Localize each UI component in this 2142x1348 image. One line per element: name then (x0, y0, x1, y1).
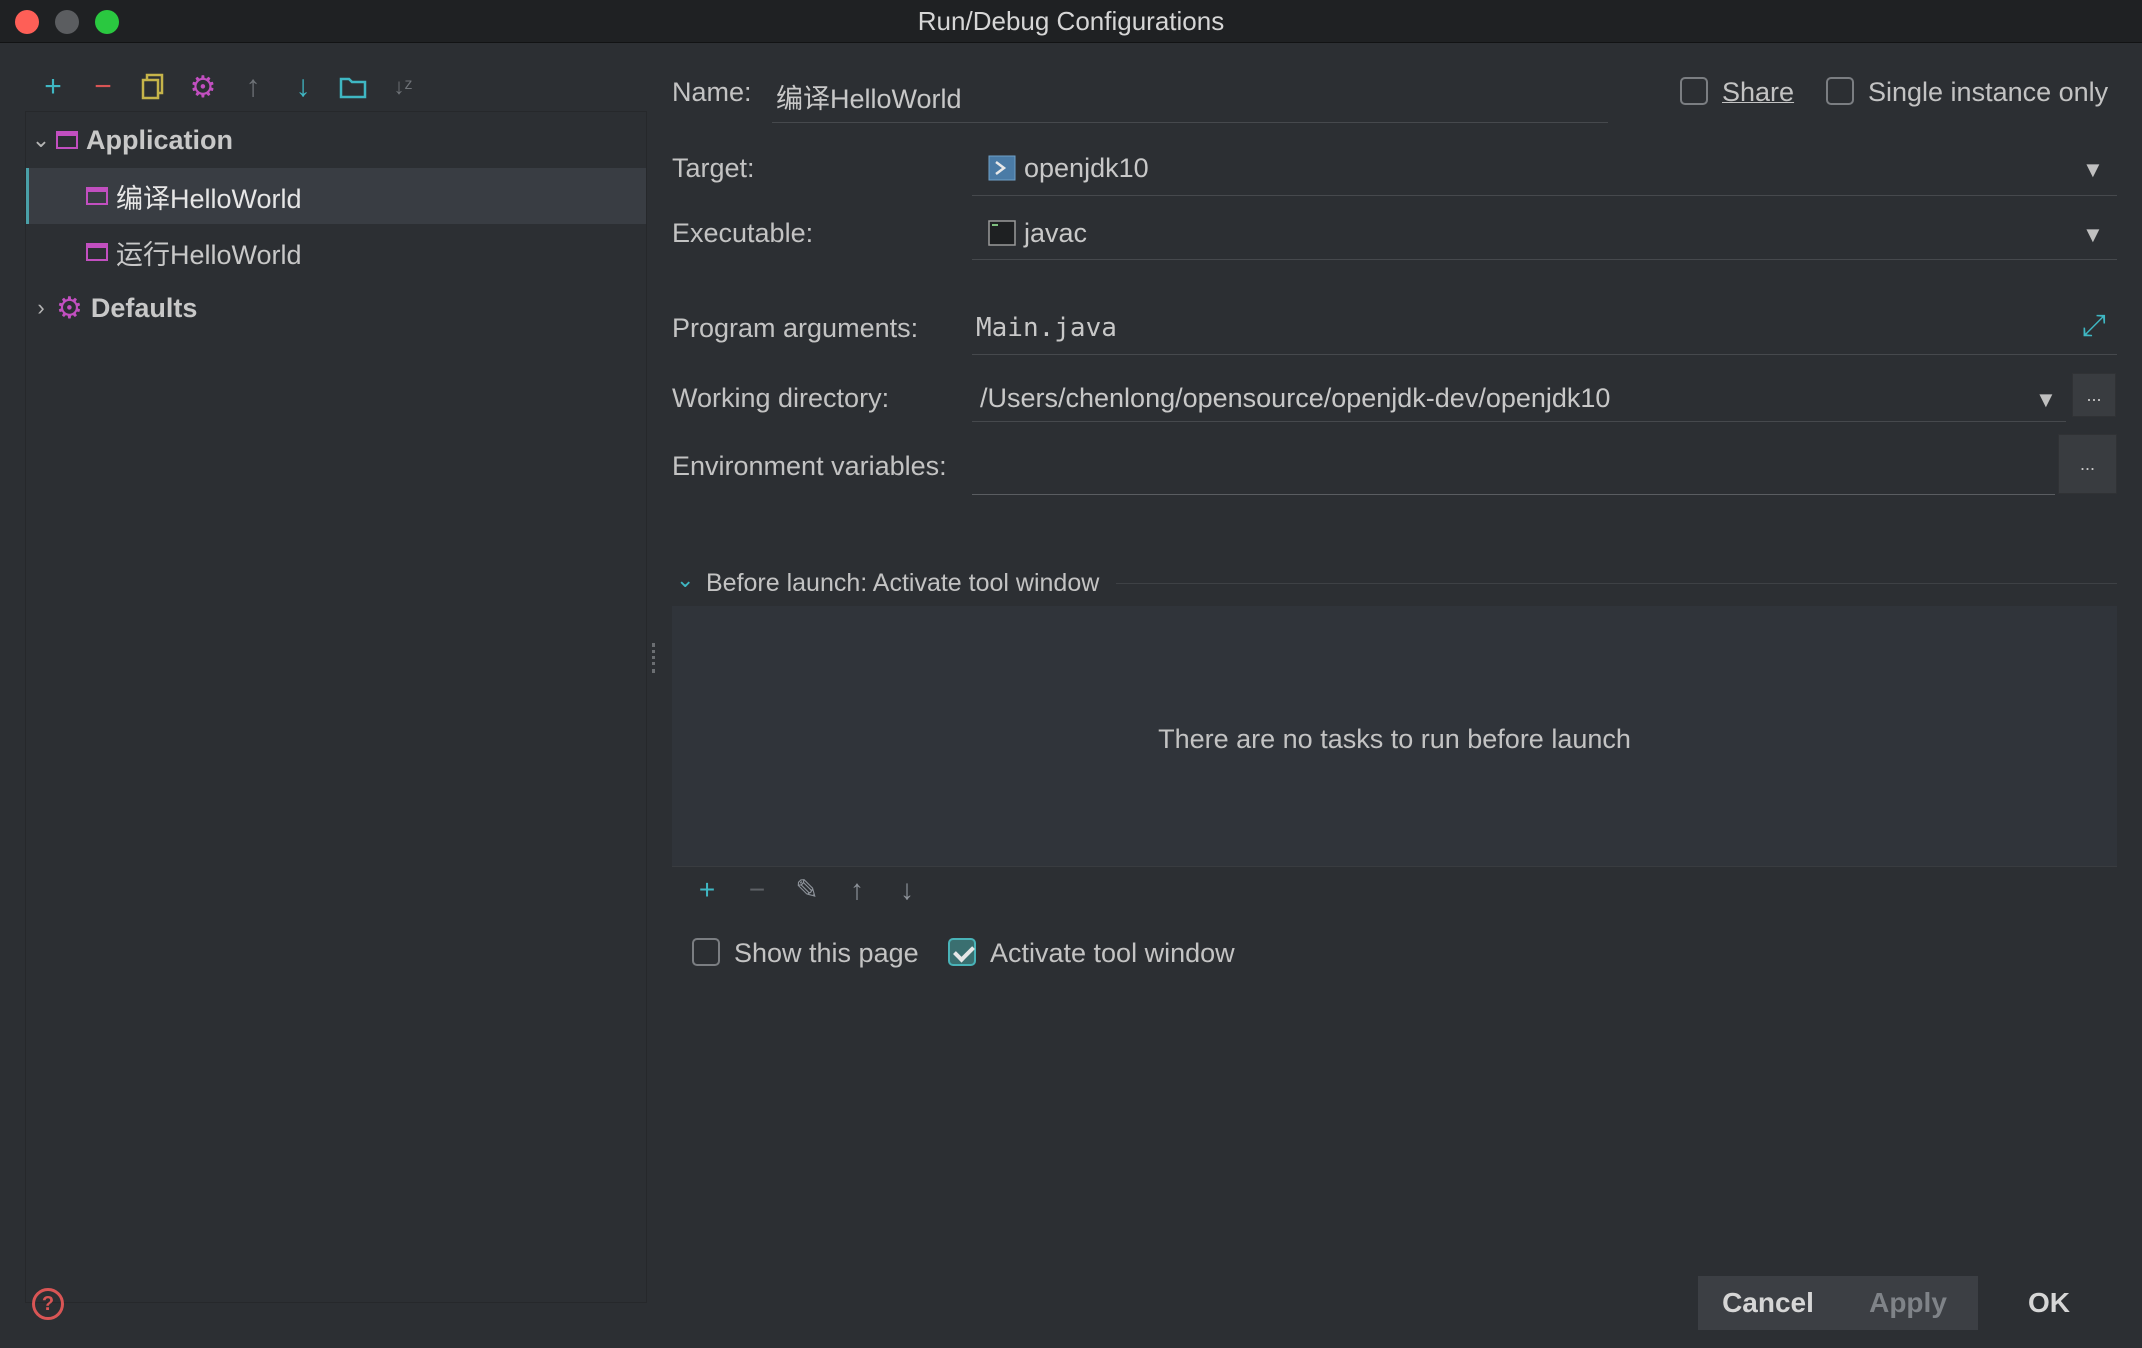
terminal-icon (988, 155, 1016, 181)
minimize-window-button[interactable] (55, 10, 79, 34)
executable-select[interactable]: javac (1024, 218, 1087, 249)
apply-button[interactable]: Apply (1838, 1276, 1978, 1330)
working-dir-underline (972, 421, 2066, 422)
run-config-icon (86, 187, 108, 205)
executable-underline (972, 259, 2117, 260)
env-browse-button[interactable]: ... (2058, 434, 2117, 494)
tree-item-label: 编译HelloWorld (116, 183, 302, 214)
share-checkbox[interactable] (1680, 77, 1708, 105)
single-instance-label: Single instance only (1868, 77, 2109, 107)
working-dir-browse-button[interactable]: ... (2072, 373, 2116, 417)
remove-task-icon[interactable]: − (732, 870, 782, 910)
folder-icon[interactable] (328, 67, 378, 107)
config-toolbar: + − ⚙ ↑ ↓ ↓ᶻ (28, 67, 428, 107)
section-divider (1116, 583, 2117, 584)
before-launch-header[interactable]: Before launch: Activate tool window (706, 569, 1099, 598)
program-args-label: Program arguments: (672, 313, 919, 343)
arrow-up-icon[interactable]: ↑ (228, 67, 278, 107)
target-underline (972, 195, 2117, 196)
target-select[interactable]: openjdk10 (1024, 153, 1149, 184)
tree-node-label: Defaults (90, 292, 198, 323)
show-page-label: Show this page (734, 938, 919, 968)
before-launch-toolbar: + − ✎ ↑ ↓ (672, 866, 2117, 912)
tree-item-label: 运行HelloWorld (116, 239, 302, 270)
run-config-icon (86, 243, 108, 261)
dialog-body: + − ⚙ ↑ ↓ ↓ᶻ ⌄ Application 编译HelloWorld … (0, 43, 2142, 1348)
add-task-icon[interactable]: + (682, 870, 732, 910)
chevron-down-icon[interactable]: ⌄ (676, 567, 694, 593)
chevron-down-icon[interactable]: ⌄ (26, 127, 56, 153)
chevron-right-icon[interactable]: › (26, 295, 56, 321)
target-label: Target: (672, 153, 755, 183)
program-args-underline (972, 354, 2117, 355)
window-title: Run/Debug Configurations (917, 5, 1225, 36)
add-icon[interactable]: + (28, 67, 78, 107)
show-page-checkbox[interactable] (692, 938, 720, 966)
program-args-input[interactable]: Main.java (976, 313, 1117, 343)
help-icon[interactable]: ? (32, 1288, 64, 1320)
tree-item-run-helloworld[interactable]: 运行HelloWorld (26, 224, 646, 280)
activate-tool-window-label: Activate tool window (990, 938, 1235, 968)
single-instance-checkbox[interactable] (1826, 77, 1854, 105)
env-label: Environment variables: (672, 451, 947, 481)
name-label: Name: (672, 77, 752, 107)
working-dir-label: Working directory: (672, 383, 890, 413)
maximize-window-button[interactable] (95, 10, 119, 34)
move-up-task-icon[interactable]: ↑ (832, 870, 882, 910)
working-dir-input[interactable]: /Users/chenlong/opensource/openjdk-dev/o… (980, 383, 1610, 414)
ok-button[interactable]: OK (1980, 1276, 2118, 1330)
remove-icon[interactable]: − (78, 67, 128, 107)
sort-az-icon[interactable]: ↓ᶻ (378, 67, 428, 107)
gear-icon[interactable]: ⚙ (178, 67, 228, 107)
working-dir-dropdown-icon[interactable]: ▼ (2035, 387, 2057, 413)
close-window-button[interactable] (15, 10, 39, 34)
application-icon (56, 131, 78, 149)
executable-dropdown-icon[interactable]: ▼ (2082, 222, 2104, 248)
configurations-tree: ⌄ Application 编译HelloWorld 运行HelloWorld … (25, 111, 647, 1303)
name-input[interactable]: 编译HelloWorld (776, 77, 962, 116)
tree-node-defaults[interactable]: › ⚙ Defaults (26, 280, 646, 336)
executable-label: Executable: (672, 218, 814, 248)
target-dropdown-icon[interactable]: ▼ (2082, 157, 2104, 183)
tree-item-compile-helloworld[interactable]: 编译HelloWorld (26, 168, 646, 224)
title-bar: Run/Debug Configurations (0, 0, 2142, 43)
arrow-down-icon[interactable]: ↓ (278, 67, 328, 107)
move-down-task-icon[interactable]: ↓ (882, 870, 932, 910)
expand-icon[interactable]: ⤢ (2082, 309, 2106, 343)
copy-icon[interactable] (128, 67, 178, 107)
edit-task-icon[interactable]: ✎ (782, 870, 832, 910)
panel-splitter[interactable] (652, 643, 658, 673)
tree-node-application[interactable]: ⌄ Application (26, 112, 646, 168)
activate-tool-window-checkbox[interactable] (948, 938, 976, 966)
before-launch-empty-text: There are no tasks to run before launch (1158, 724, 1631, 754)
cancel-button[interactable]: Cancel (1698, 1276, 1838, 1330)
executable-file-icon (988, 220, 1016, 246)
share-label: Share (1722, 77, 1795, 107)
env-underline (972, 494, 2055, 495)
tree-node-label: Application (86, 124, 233, 155)
gear-icon: ⚙ (56, 291, 83, 325)
name-input-underline (772, 122, 1608, 123)
